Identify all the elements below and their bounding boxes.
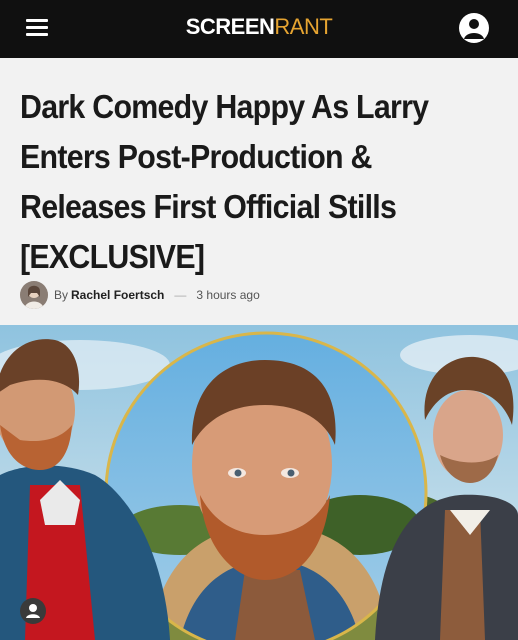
logo-screen: SCREEN — [185, 14, 275, 39]
logo-rant: RANT — [274, 14, 333, 39]
article-header: Dark Comedy Happy As Larry Enters Post-P… — [0, 58, 518, 325]
byline-prefix: By — [54, 288, 69, 302]
author-avatar[interactable] — [20, 281, 48, 309]
byline: By Rachel Foertsch — 3 hours ago — [20, 280, 260, 310]
user-profile-icon[interactable] — [20, 598, 46, 624]
article-headline: Dark Comedy Happy As Larry Enters Post-P… — [20, 88, 429, 275]
author-name-link[interactable]: Rachel Foertsch — [71, 288, 164, 302]
byline-separator: — — [174, 288, 187, 302]
site-logo[interactable]: SCREENRANT — [0, 13, 518, 41]
publish-time: 3 hours ago — [196, 288, 260, 302]
user-account-icon[interactable] — [459, 13, 489, 43]
hero-still-image — [0, 325, 518, 640]
top-nav-bar: SCREENRANT — [0, 0, 518, 58]
